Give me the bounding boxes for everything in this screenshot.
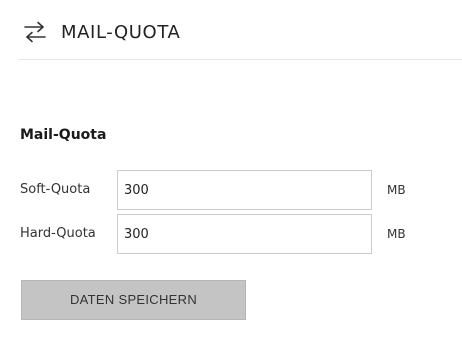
hard-quota-label: Hard-Quota xyxy=(20,226,96,241)
hard-quota-unit: MB xyxy=(387,227,406,241)
soft-quota-unit: MB xyxy=(387,183,406,197)
page-title: MAIL-QUOTA xyxy=(61,22,181,43)
soft-quota-label: Soft-Quota xyxy=(20,182,91,197)
hard-quota-input[interactable] xyxy=(117,214,372,254)
mail-quota-page: MAIL-QUOTA Mail-Quota Soft-Quota MB Hard… xyxy=(0,0,462,356)
soft-quota-input[interactable] xyxy=(117,170,372,210)
page-header: MAIL-QUOTA xyxy=(0,0,462,60)
swap-arrows-icon xyxy=(23,21,47,43)
soft-quota-row: Soft-Quota MB xyxy=(0,170,462,210)
header-divider xyxy=(18,59,462,60)
section-title: Mail-Quota xyxy=(20,127,107,143)
hard-quota-row: Hard-Quota MB xyxy=(0,214,462,254)
save-button[interactable]: DATEN SPEICHERN xyxy=(21,280,246,320)
